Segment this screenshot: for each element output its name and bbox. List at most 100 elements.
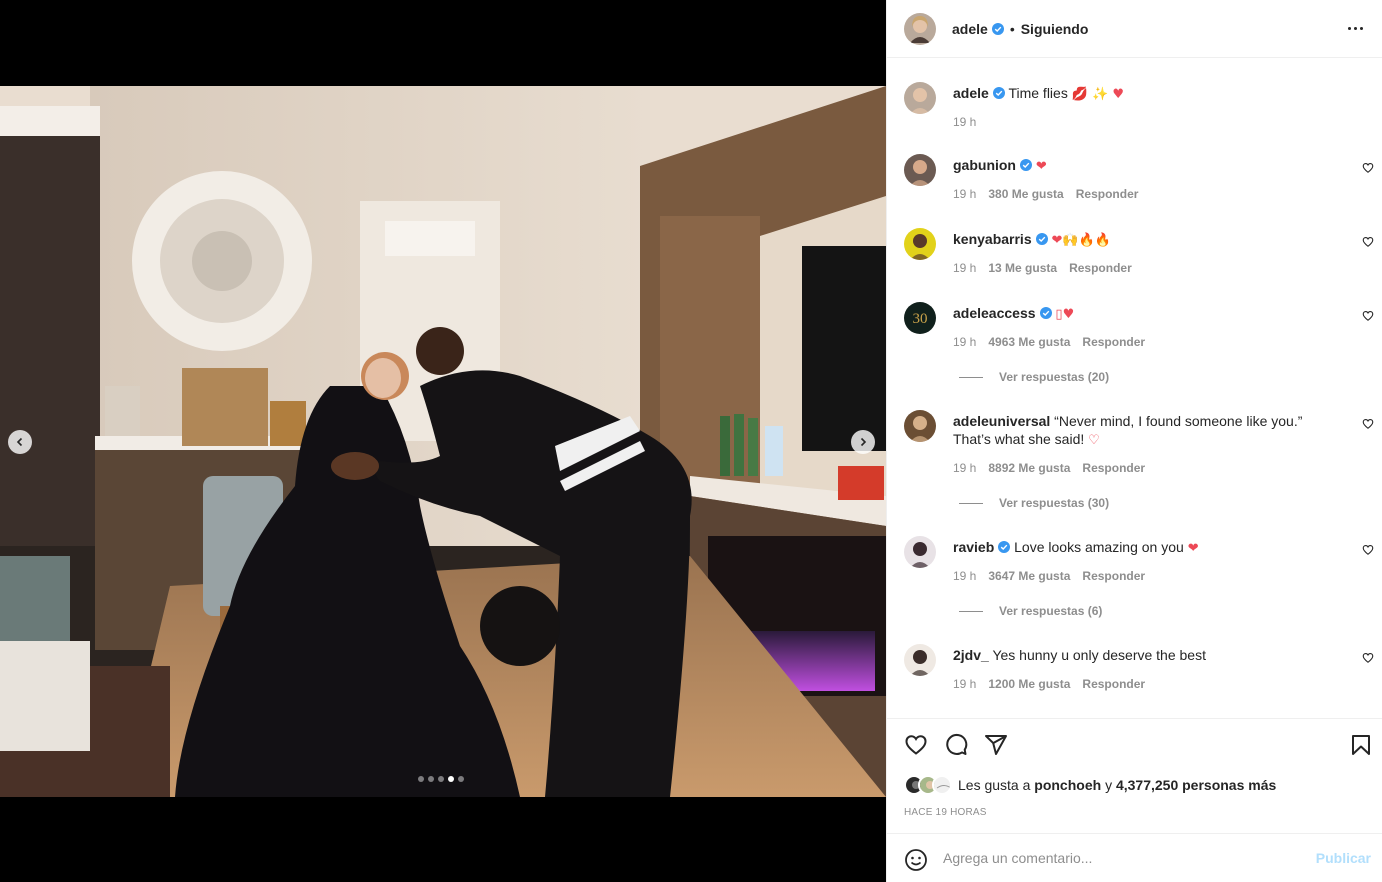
comment-meta: 19 h 8892 Me gusta Responder: [953, 461, 1145, 475]
add-comment-bar: Publicar: [887, 833, 1382, 882]
comment-emoji: ❤: [1035, 159, 1047, 174]
comment-time[interactable]: 19 h: [953, 461, 976, 475]
replies-divider: [959, 376, 983, 378]
verified-badge-icon: [1039, 307, 1052, 319]
comment-time[interactable]: 19 h: [953, 569, 976, 583]
verified-badge-icon: [998, 541, 1011, 553]
carousel-indicator: [418, 776, 464, 782]
post-actions: Les gusta a ponchoeh y 4,377,250 persona…: [887, 718, 1382, 833]
likes-others[interactable]: 4,377,250 personas más: [1116, 777, 1276, 793]
avatar[interactable]: [904, 12, 936, 45]
comment-time[interactable]: 19 h: [953, 115, 976, 129]
comment-text: Yes hunny u only deserve the best: [992, 647, 1206, 663]
avatar[interactable]: [904, 644, 936, 676]
avatar[interactable]: 30: [904, 302, 936, 334]
comment-likes[interactable]: 13 Me gusta: [988, 261, 1057, 275]
comment-text: Love looks amazing on you: [1014, 539, 1184, 555]
avatar[interactable]: [904, 410, 936, 442]
share-icon[interactable]: [984, 733, 1008, 757]
more-icon: [1347, 26, 1351, 30]
more-icon-dot: [1359, 26, 1363, 30]
comment-like-heart-icon[interactable]: [1362, 162, 1374, 174]
comment-likes[interactable]: 380 Me gusta: [988, 187, 1063, 201]
comment-body: ravieb Love looks amazing on you ❤: [953, 538, 1323, 558]
avatar[interactable]: [904, 82, 936, 114]
heart-icon[interactable]: [904, 733, 928, 757]
next-slide-button[interactable]: [851, 430, 875, 454]
emoji-icon[interactable]: [904, 848, 928, 872]
comment-body: adeleuniversal “Never mind, I found some…: [953, 412, 1323, 450]
comment-username[interactable]: ravieb: [953, 539, 994, 555]
post-username[interactable]: adele: [952, 21, 988, 37]
following-button[interactable]: Siguiendo: [1021, 21, 1089, 37]
comment-text: Time flies: [1008, 85, 1068, 101]
avatar: [932, 775, 952, 795]
comment-icon[interactable]: [944, 733, 968, 757]
bookmark-icon[interactable]: [1349, 733, 1373, 757]
publish-button[interactable]: Publicar: [1316, 850, 1371, 866]
comment-meta: 19 h 3647 Me gusta Responder: [953, 569, 1145, 583]
liker-username[interactable]: ponchoeh: [1034, 777, 1101, 793]
comment-likes[interactable]: 4963 Me gusta: [988, 335, 1070, 349]
comment-body: adeleaccess ▯♥: [953, 304, 1323, 324]
verified-badge-icon: [1020, 159, 1032, 171]
more-options-button[interactable]: [1343, 18, 1367, 38]
view-replies-button[interactable]: Ver respuestas (20): [959, 370, 1109, 384]
comment-time[interactable]: 19 h: [953, 677, 976, 691]
comment-like-heart-icon[interactable]: [1362, 310, 1374, 322]
comment-like-heart-icon[interactable]: [1362, 544, 1374, 556]
comment-input[interactable]: [943, 846, 1303, 870]
comment-username[interactable]: adeleuniversal: [953, 413, 1050, 429]
replies-divider: [959, 610, 983, 612]
avatar[interactable]: [904, 228, 936, 260]
comment-username[interactable]: 2jdv_: [953, 647, 989, 663]
chevron-right-icon: [860, 437, 867, 447]
comment-time[interactable]: 19 h: [953, 261, 976, 275]
verified-badge-icon: [1035, 233, 1048, 245]
comment-likes[interactable]: 1200 Me gusta: [988, 677, 1070, 691]
avatar[interactable]: [904, 154, 936, 186]
verified-badge-icon: [991, 22, 1004, 35]
post-header: adele • Siguiendo: [887, 0, 1382, 58]
comment-like-heart-icon[interactable]: [1362, 236, 1374, 248]
reply-button[interactable]: Responder: [1069, 261, 1132, 275]
comment-likes[interactable]: 3647 Me gusta: [988, 569, 1070, 583]
reply-button[interactable]: Responder: [1082, 335, 1145, 349]
reply-button[interactable]: Responder: [1082, 569, 1145, 583]
likes-summary: Les gusta a ponchoeh y 4,377,250 persona…: [904, 775, 1276, 795]
comment-username[interactable]: adele: [953, 85, 989, 101]
comment-username[interactable]: gabunion: [953, 157, 1016, 173]
post-timestamp[interactable]: HACE 19 HORAS: [904, 807, 987, 818]
comment-meta: 19 h 13 Me gusta Responder: [953, 261, 1132, 275]
comment-emoji: ▯♥: [1055, 307, 1075, 322]
post-photo[interactable]: [0, 86, 886, 797]
comment-like-heart-icon[interactable]: [1362, 652, 1374, 664]
comments-list: adele Time flies 💋 ✨ ♥ 19 h gabunion ❤ 1…: [887, 58, 1382, 718]
svg-text:30: 30: [913, 311, 928, 327]
reply-button[interactable]: Responder: [1082, 461, 1145, 475]
separator: •: [1009, 20, 1015, 37]
comment-time[interactable]: 19 h: [953, 335, 976, 349]
view-replies-button[interactable]: Ver respuestas (6): [959, 604, 1102, 618]
reply-button[interactable]: Responder: [1076, 187, 1139, 201]
comment-time[interactable]: 19 h: [953, 187, 976, 201]
likes-prefix: Les gusta a: [958, 777, 1031, 793]
view-replies-label: Ver respuestas (30): [999, 496, 1110, 510]
comment-emoji: ♡: [1088, 433, 1100, 448]
comment-username[interactable]: adeleaccess: [953, 305, 1036, 321]
view-replies-button[interactable]: Ver respuestas (30): [959, 496, 1109, 510]
comment-emoji: 💋 ✨ ♥: [1071, 87, 1125, 102]
comment-likes[interactable]: 8892 Me gusta: [988, 461, 1070, 475]
chevron-left-icon: [16, 437, 23, 447]
carousel-dot: [418, 776, 424, 782]
reply-button[interactable]: Responder: [1082, 677, 1145, 691]
avatar[interactable]: [904, 536, 936, 568]
comment-meta: 19 h: [953, 115, 976, 129]
comment-meta: 19 h 4963 Me gusta Responder: [953, 335, 1145, 349]
comment-username[interactable]: kenyabarris: [953, 231, 1032, 247]
comment-body: 2jdv_ Yes hunny u only deserve the best: [953, 646, 1323, 666]
comment-like-heart-icon[interactable]: [1362, 418, 1374, 430]
previous-slide-button[interactable]: [8, 430, 32, 454]
comment-emoji: ❤🙌🔥🔥: [1051, 233, 1111, 248]
carousel-dot: [448, 776, 454, 782]
